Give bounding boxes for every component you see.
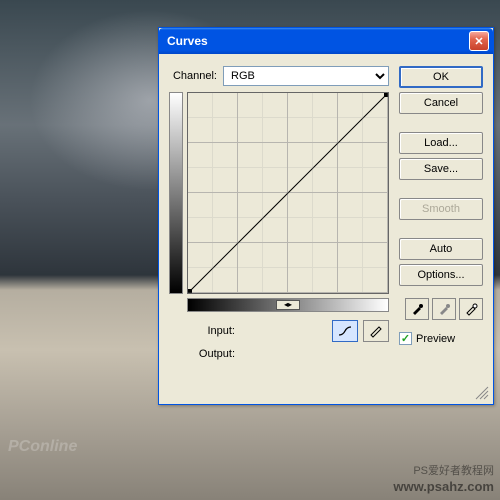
curve-grid[interactable] bbox=[187, 92, 389, 294]
resize-grip-icon[interactable] bbox=[475, 386, 489, 400]
output-value bbox=[241, 346, 301, 362]
channel-label: Channel: bbox=[169, 70, 217, 82]
cancel-button[interactable]: Cancel bbox=[399, 92, 483, 114]
auto-button[interactable]: Auto bbox=[399, 238, 483, 260]
white-point-eyedropper[interactable] bbox=[459, 298, 483, 320]
input-label: Input: bbox=[169, 325, 235, 337]
eyedropper-icon bbox=[437, 302, 451, 316]
curve-line[interactable] bbox=[188, 93, 388, 293]
curve-mode-icon bbox=[337, 324, 353, 338]
pencil-mode-button[interactable] bbox=[363, 320, 389, 342]
titlebar[interactable]: Curves ✕ bbox=[159, 28, 493, 54]
ok-button[interactable]: OK bbox=[399, 66, 483, 88]
preview-label: Preview bbox=[416, 333, 455, 345]
curve-mode-button[interactable] bbox=[332, 320, 358, 342]
load-button[interactable]: Load... bbox=[399, 132, 483, 154]
preview-checkbox[interactable]: ✓ bbox=[399, 332, 412, 345]
midpoint-handle[interactable]: ◂▸ bbox=[276, 300, 300, 310]
smooth-button: Smooth bbox=[399, 198, 483, 220]
input-gradient-strip[interactable]: ◂▸ bbox=[187, 298, 389, 312]
save-button[interactable]: Save... bbox=[399, 158, 483, 180]
options-button[interactable]: Options... bbox=[399, 264, 483, 286]
curves-dialog: Curves ✕ Channel: RGB bbox=[158, 27, 494, 405]
output-gradient-strip bbox=[169, 92, 183, 294]
gray-point-eyedropper[interactable] bbox=[432, 298, 456, 320]
eyedropper-icon bbox=[410, 302, 424, 316]
input-value bbox=[241, 323, 301, 339]
eyedropper-icon bbox=[464, 302, 478, 316]
close-icon: ✕ bbox=[474, 35, 483, 48]
watermark-pconline: PConline bbox=[8, 438, 77, 456]
watermark-site-url: www.psahz.com bbox=[393, 479, 494, 494]
dialog-title: Curves bbox=[163, 34, 469, 48]
channel-select[interactable]: RGB bbox=[223, 66, 389, 86]
black-point-eyedropper[interactable] bbox=[405, 298, 429, 320]
watermark-site-cn: PS爱好者教程网 bbox=[413, 462, 494, 478]
pencil-mode-icon bbox=[368, 324, 384, 338]
close-button[interactable]: ✕ bbox=[469, 31, 489, 51]
output-label: Output: bbox=[169, 348, 235, 360]
